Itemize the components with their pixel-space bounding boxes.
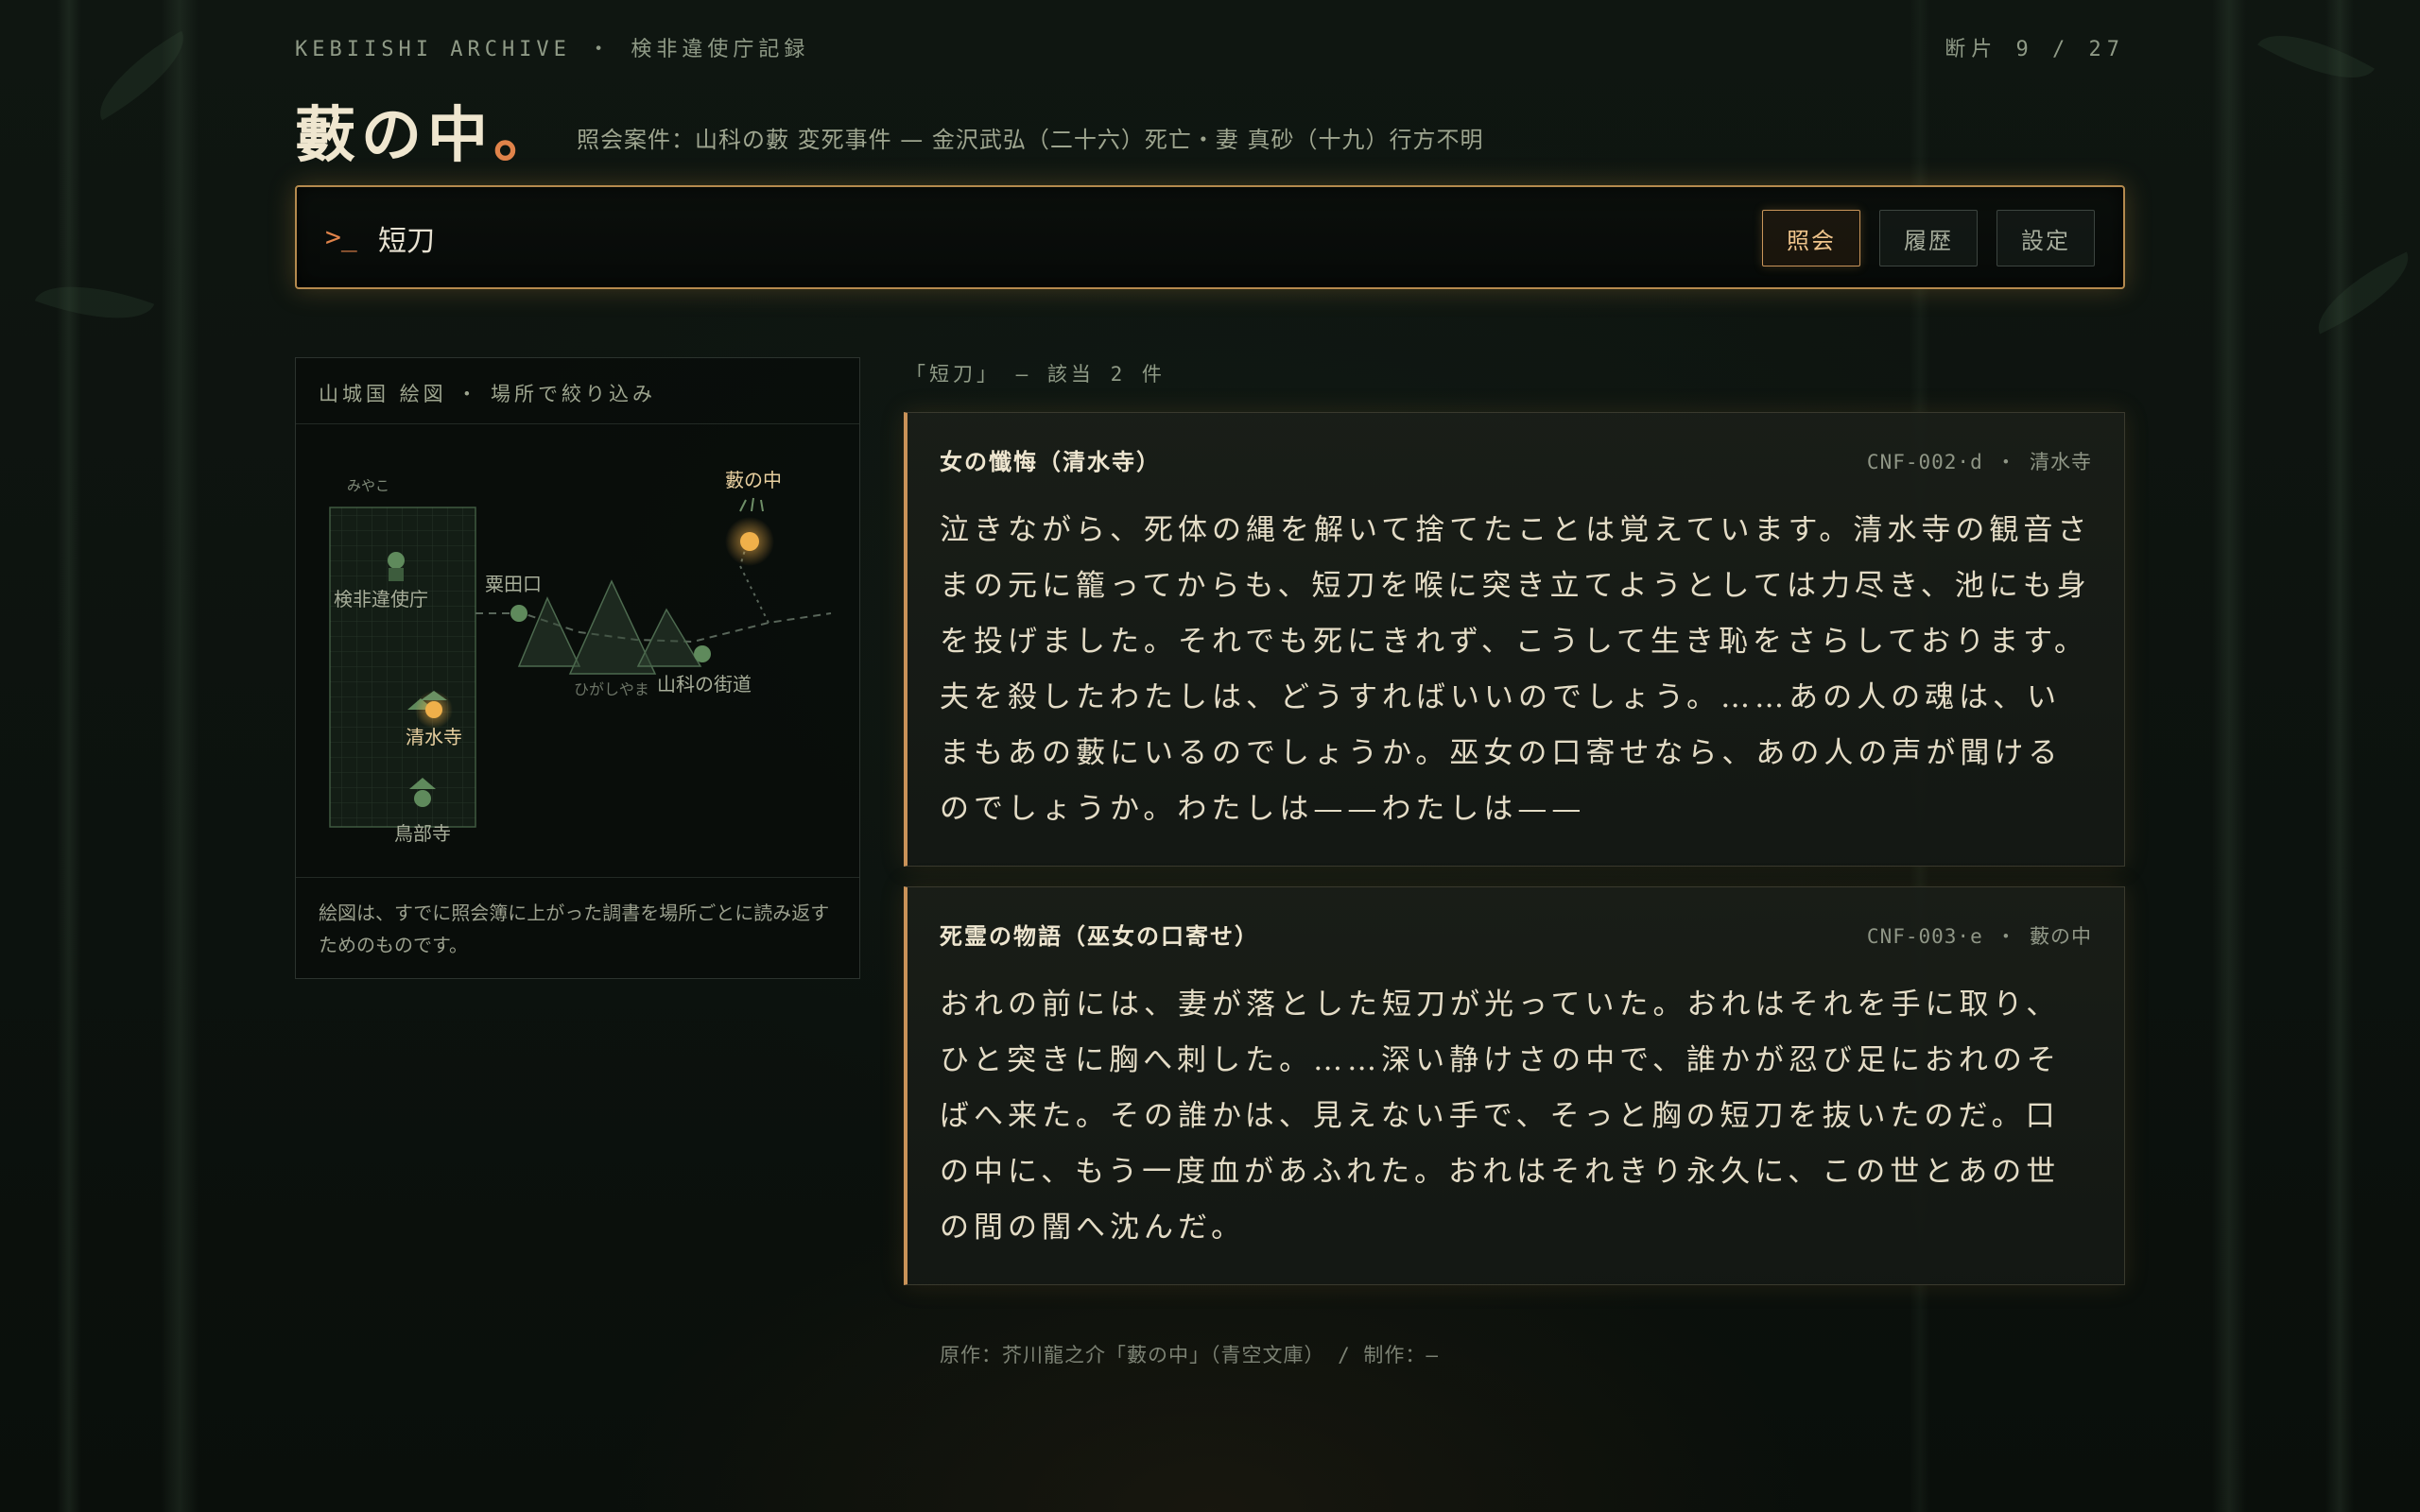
card-ref: CNF-002·d ・ 清水寺 xyxy=(1866,451,2092,473)
fragment-counter: 断片 9 / 27 xyxy=(1945,38,2125,61)
map-label-kiyomizu: 清水寺 xyxy=(406,726,462,748)
title-text: 藪の中 xyxy=(295,100,493,171)
mountain-icon xyxy=(517,596,581,667)
map-label-kebiishi: 検非違使庁 xyxy=(334,588,428,610)
map-label-toribe: 鳥部寺 xyxy=(394,822,451,845)
result-card[interactable]: 女の懺悔（清水寺） CNF-002·d ・ 清水寺 泣きながら、死体の縄を解いて… xyxy=(904,412,2125,867)
bamboo-leaf-icon xyxy=(34,265,155,340)
card-body: おれの前には、妻が落とした短刀が光っていた。おれはそれを手に取り、ひと突きに胸へ… xyxy=(940,988,2061,1245)
yamashiro-map: みやこ 検非違使庁 粟田口 藪の中 ひがしやま 山科の街道 清水寺 鳥部寺 xyxy=(329,469,832,845)
case-subtitle: 照会案件：山科の藪 変死事件 — 金沢武弘（二十六）死亡・妻 真砂（十九）行方不… xyxy=(577,127,1484,153)
query-button[interactable]: 照会 xyxy=(1762,210,1860,266)
archive-kicker: KEBIISHI ARCHIVE ・ 検非違使庁記録 xyxy=(295,38,810,61)
yamashina-marker[interactable] xyxy=(694,645,711,662)
footer-credit: 原作：芥川龍之介「藪の中」（青空文庫） / 制作：— xyxy=(940,1344,1440,1366)
result-count: 「短刀」 — 該当 2 件 xyxy=(906,363,1166,386)
bamboo-stalk xyxy=(161,0,199,1512)
page-title: 藪の中。 xyxy=(295,87,560,174)
yabu-marker[interactable] xyxy=(740,532,759,551)
card-ref: CNF-003·e ・ 藪の中 xyxy=(1866,925,2092,948)
toribe-marker[interactable] xyxy=(414,790,431,807)
title-dot: 。 xyxy=(493,100,560,171)
kebiishi-marker[interactable] xyxy=(388,552,405,569)
map-label-awataguchi: 粟田口 xyxy=(485,573,542,595)
card-body: 泣きながら、死体の縄を解いて捨てたことは覚えています。清水寺の観音さまの元に籠っ… xyxy=(940,513,2092,826)
map-label-miyako: みやこ xyxy=(347,477,389,494)
search-bar: >_ 照会 履歴 設定 xyxy=(295,185,2125,289)
kiyomizu-marker[interactable] xyxy=(425,701,442,718)
result-card[interactable]: 死霊の物語（巫女の口寄せ） CNF-003·e ・ 藪の中 おれの前には、妻が落… xyxy=(904,886,2125,1285)
history-button[interactable]: 履歴 xyxy=(1879,210,1978,266)
awataguchi-marker[interactable] xyxy=(510,605,527,622)
map-panel: 山城国 絵図 ・ 場所で絞り込み みやこ 検非違使庁 粟田口 藪の中 ひがしやま… xyxy=(295,357,860,979)
mountain-icon xyxy=(636,608,702,667)
bamboo-leaf-icon xyxy=(2304,251,2420,335)
bamboo-grove-icon xyxy=(739,497,764,512)
map-label-higashiyama: ひがしやま xyxy=(574,680,649,698)
map-caption: 絵図は、すでに照会簿に上がった調書を場所ごとに読み返すためのものです。 xyxy=(319,902,830,956)
page: KEBIISHI ARCHIVE ・ 検非違使庁記録 断片 9 / 27 藪の中… xyxy=(295,0,2125,1512)
map-area: みやこ 検非違使庁 粟田口 藪の中 ひがしやま 山科の街道 清水寺 鳥部寺 xyxy=(296,424,859,878)
building-icon xyxy=(389,568,404,581)
bamboo-stalk xyxy=(2212,0,2246,1512)
map-heading: 山城国 絵図 ・ 場所で絞り込み xyxy=(296,358,859,424)
search-input[interactable] xyxy=(378,214,1229,263)
map-label-yabu: 藪の中 xyxy=(725,469,782,491)
bamboo-stalk xyxy=(57,0,81,1512)
settings-button[interactable]: 設定 xyxy=(1996,210,2095,266)
bamboo-stalk xyxy=(2325,0,2354,1512)
map-label-yamashina: 山科の街道 xyxy=(657,673,752,696)
bamboo-leaf-icon xyxy=(2257,11,2375,102)
prompt-icon: >_ xyxy=(325,221,357,252)
